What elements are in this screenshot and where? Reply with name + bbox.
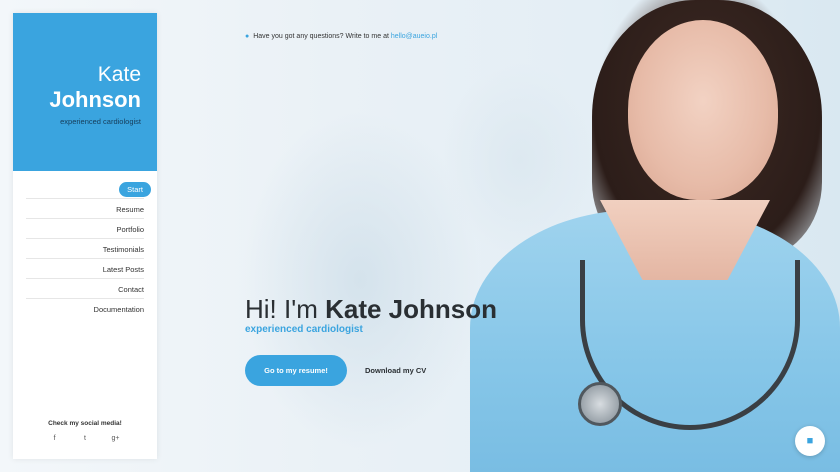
hero-title: Hi! I'm Kate Johnson: [245, 294, 497, 325]
chat-button[interactable]: ■: [795, 426, 825, 456]
nav-item-contact[interactable]: Contact: [26, 279, 144, 299]
nav-item-start-label: Start: [119, 182, 151, 197]
chat-icon: ■: [806, 435, 814, 447]
social-links: f t g+: [13, 427, 157, 445]
chat-bubble-icon: ●: [245, 33, 250, 40]
go-to-resume-button[interactable]: Go to my resume!: [245, 355, 347, 386]
nav-item-documentation[interactable]: Documentation: [26, 299, 144, 319]
profile-last-name: Johnson: [49, 87, 141, 112]
nav-item-testimonials[interactable]: Testimonials: [26, 239, 144, 259]
contact-text: Have you got any questions? Write to me …: [253, 33, 389, 40]
profile-tagline: experienced cardiologist: [60, 117, 141, 126]
nav-item-latest-posts[interactable]: Latest Posts: [26, 259, 144, 279]
photo-face: [628, 20, 778, 200]
hero-subtitle: experienced cardiologist: [245, 324, 363, 335]
hero-name: Kate Johnson: [325, 294, 498, 324]
nav-item-portfolio[interactable]: Portfolio: [26, 219, 144, 239]
download-cv-link[interactable]: Download my CV: [365, 366, 426, 375]
nav-item-resume[interactable]: Resume: [26, 199, 144, 219]
profile-first-name: Kate: [97, 63, 141, 86]
contact-line: ● Have you got any questions? Write to me…: [245, 33, 437, 40]
facebook-icon[interactable]: f: [42, 435, 68, 442]
google-plus-icon[interactable]: g+: [102, 435, 128, 442]
nav-item-start[interactable]: Start: [26, 179, 151, 199]
contact-email-link[interactable]: hello@aueio.pl: [391, 33, 437, 40]
sidebar-nav: Start Resume Portfolio Testimonials Late…: [13, 179, 157, 319]
social-title: Check my social media!: [48, 420, 122, 427]
hero-greeting: Hi! I'm: [245, 294, 318, 324]
sidebar: Kate Johnson experienced cardiologist St…: [13, 13, 157, 459]
sidebar-header: Kate Johnson experienced cardiologist: [13, 13, 157, 171]
twitter-icon[interactable]: t: [72, 435, 98, 442]
photo-stethoscope-head: [578, 382, 622, 426]
